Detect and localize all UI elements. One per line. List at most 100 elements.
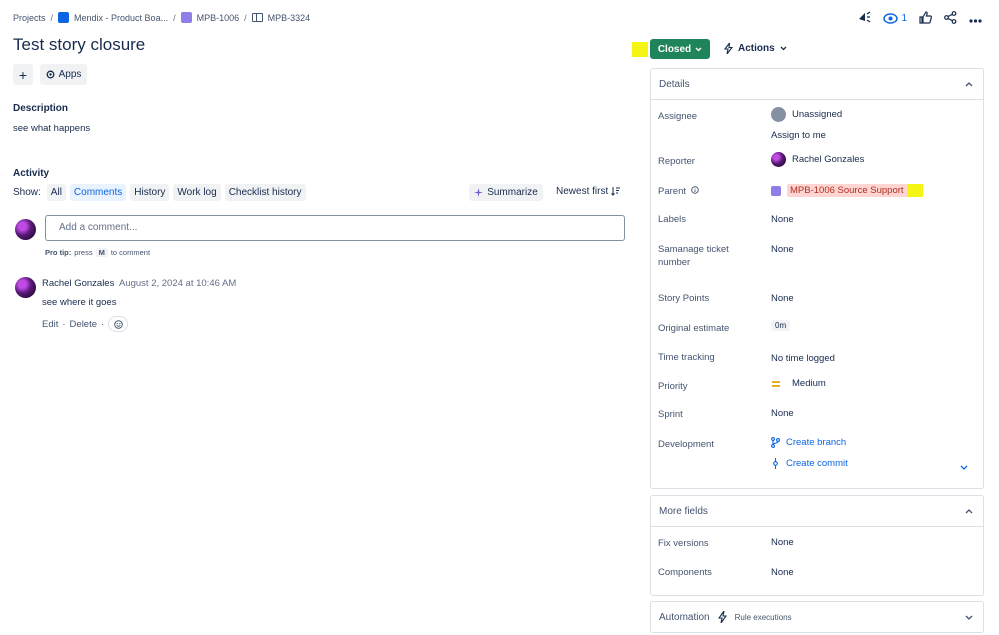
eye-icon bbox=[883, 13, 899, 24]
assign-to-me-link[interactable]: Assign to me bbox=[771, 130, 826, 141]
development-label: Development bbox=[658, 439, 714, 450]
avatar bbox=[771, 152, 786, 167]
create-branch-link[interactable]: Create branch bbox=[771, 437, 846, 448]
parent-value[interactable]: MPB-1006 Source Support bbox=[787, 184, 907, 197]
actions-button[interactable]: Actions bbox=[724, 43, 787, 54]
automation-heading: Automation bbox=[659, 611, 710, 623]
details-heading: Details bbox=[659, 78, 690, 90]
unassigned-avatar-icon bbox=[771, 107, 786, 122]
add-reaction-button[interactable] bbox=[108, 316, 129, 332]
chevron-down-icon bbox=[695, 47, 702, 51]
sprint-label: Sprint bbox=[658, 409, 683, 420]
create-commit-link[interactable]: Create commit bbox=[771, 458, 848, 469]
assignee-field[interactable]: Unassigned bbox=[771, 107, 842, 122]
breadcrumb-separator: / bbox=[50, 12, 54, 23]
apps-button[interactable]: Apps bbox=[40, 64, 87, 85]
description-heading: Description bbox=[13, 103, 69, 114]
filter-checklist-history[interactable]: Checklist history bbox=[224, 184, 306, 201]
activity-heading: Activity bbox=[13, 168, 50, 179]
fix-versions-label: Fix versions bbox=[658, 538, 709, 549]
priority-medium-icon bbox=[772, 380, 780, 387]
story-points-label: Story Points bbox=[658, 293, 710, 304]
automation-title-group: Automation Rule executions bbox=[659, 611, 792, 623]
assignee-value: Unassigned bbox=[792, 109, 843, 120]
info-icon bbox=[690, 186, 699, 194]
pro-tip-press: press bbox=[74, 248, 93, 257]
more-fields-heading: More fields bbox=[659, 505, 708, 517]
original-estimate-field[interactable]: 0m bbox=[771, 320, 791, 331]
samanage-value[interactable]: None bbox=[771, 244, 794, 255]
automation-panel[interactable]: Automation Rule executions bbox=[650, 601, 984, 633]
filter-work-log[interactable]: Work log bbox=[173, 184, 221, 201]
yellow-highlight-mark bbox=[632, 42, 648, 57]
breadcrumb-story[interactable]: MPB-3324 bbox=[268, 13, 311, 23]
chevron-down-icon bbox=[780, 46, 787, 51]
yellow-highlight-mark bbox=[907, 184, 923, 197]
comment-date[interactable]: August 2, 2024 at 10:46 AM bbox=[119, 278, 236, 289]
details-header[interactable]: Details bbox=[651, 69, 983, 100]
current-user-avatar bbox=[15, 219, 36, 240]
priority-value: Medium bbox=[792, 378, 826, 389]
pro-tip: Pro tip: press M to comment bbox=[45, 248, 150, 257]
labels-value[interactable]: None bbox=[771, 214, 794, 225]
breadcrumb-board[interactable]: Mendix - Product Boa... bbox=[74, 13, 168, 23]
delete-comment-link[interactable]: Delete bbox=[70, 319, 97, 330]
more-fields-header[interactable]: More fields bbox=[651, 496, 983, 527]
smiley-icon bbox=[113, 319, 123, 329]
breadcrumb-projects[interactable]: Projects bbox=[13, 13, 46, 23]
chevron-up-icon bbox=[965, 508, 973, 513]
page-title[interactable]: Test story closure bbox=[13, 35, 145, 55]
show-label: Show: bbox=[13, 187, 41, 198]
share-icon[interactable] bbox=[944, 10, 957, 27]
filter-comments[interactable]: Comments bbox=[69, 184, 127, 201]
parent-field[interactable]: MPB-1006 Source Support bbox=[771, 184, 907, 197]
breadcrumb-epic[interactable]: MPB-1006 bbox=[197, 13, 240, 23]
avatar[interactable] bbox=[15, 277, 36, 298]
fix-versions-value[interactable]: None bbox=[771, 537, 794, 548]
chevron-up-icon bbox=[965, 81, 973, 86]
activity-filter-row: Show: All Comments History Work log Chec… bbox=[13, 184, 306, 201]
time-tracking-value[interactable]: No time logged bbox=[771, 353, 835, 364]
lightning-icon bbox=[724, 43, 733, 54]
create-branch-label: Create branch bbox=[786, 437, 847, 448]
create-commit-label: Create commit bbox=[786, 458, 848, 469]
apps-icon bbox=[46, 70, 55, 79]
development-expand-button[interactable] bbox=[960, 461, 968, 473]
story-icon bbox=[251, 13, 263, 22]
summarize-button[interactable]: Summarize bbox=[469, 184, 543, 201]
sort-label: Newest first bbox=[556, 186, 609, 197]
pro-tip-key: M bbox=[95, 248, 108, 257]
comment-input[interactable]: Add a comment... bbox=[45, 215, 625, 241]
actions-label: Actions bbox=[738, 43, 775, 54]
pro-tip-rest: to comment bbox=[110, 248, 151, 257]
like-icon[interactable] bbox=[919, 10, 932, 27]
add-button[interactable]: + bbox=[13, 64, 33, 85]
status-button[interactable]: Closed bbox=[650, 39, 710, 59]
comment-author[interactable]: Rachel Gonzales bbox=[42, 278, 114, 289]
filter-all[interactable]: All bbox=[46, 184, 66, 201]
chevron-down-icon bbox=[960, 465, 968, 470]
priority-field[interactable]: Medium bbox=[771, 378, 826, 389]
sprint-value[interactable]: None bbox=[771, 408, 794, 419]
epic-icon bbox=[180, 12, 192, 23]
more-icon[interactable] bbox=[969, 11, 982, 26]
feedback-icon[interactable] bbox=[857, 10, 871, 27]
filter-history[interactable]: History bbox=[130, 184, 170, 201]
comment-body: see where it goes bbox=[42, 297, 117, 308]
separator-dot: · bbox=[101, 318, 105, 330]
components-value[interactable]: None bbox=[771, 567, 794, 578]
story-points-value[interactable]: None bbox=[771, 293, 794, 304]
breadcrumb-separator: / bbox=[173, 12, 176, 23]
samanage-label: Samanage ticket bbox=[658, 244, 729, 255]
edit-comment-link[interactable]: Edit bbox=[42, 319, 58, 330]
reporter-field[interactable]: Rachel Gonzales bbox=[771, 152, 864, 167]
description-text[interactable]: see what happens bbox=[13, 123, 90, 134]
apps-label: Apps bbox=[58, 69, 82, 80]
sort-button[interactable]: Newest first bbox=[556, 186, 621, 197]
breadcrumb: Projects / Mendix - Product Boa... / MPB… bbox=[13, 12, 310, 23]
separator-dot: · bbox=[62, 318, 66, 330]
summarize-label: Summarize bbox=[487, 187, 538, 198]
watch-button[interactable]: 1 bbox=[883, 13, 907, 24]
chevron-down-icon bbox=[965, 615, 973, 620]
automation-header[interactable]: Automation Rule executions bbox=[651, 602, 983, 632]
